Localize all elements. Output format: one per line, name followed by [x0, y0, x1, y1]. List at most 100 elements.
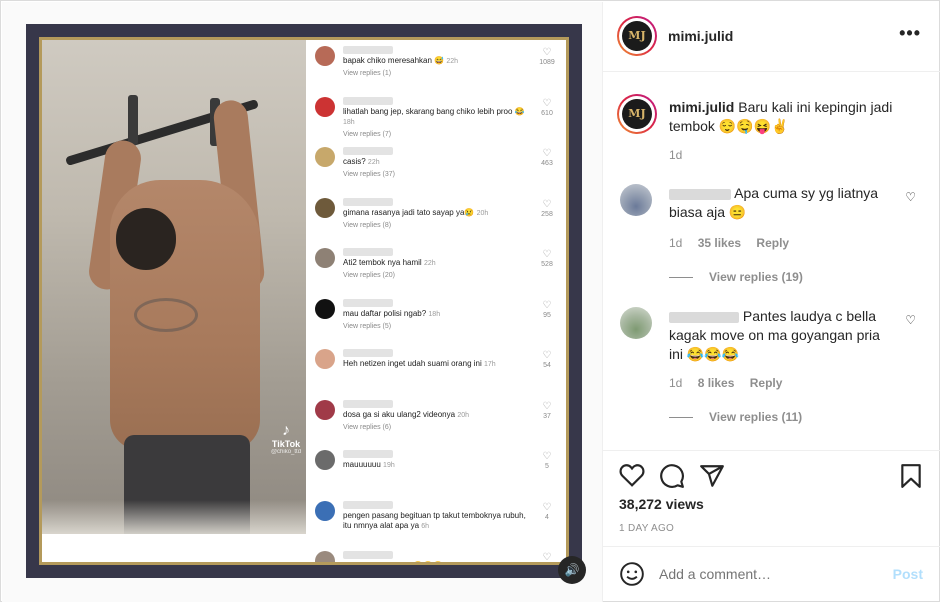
tiktok-comment-text: mau daftar polisi ngab? [343, 308, 427, 318]
tiktok-redacted-username [343, 147, 393, 155]
tiktok-redacted-username [343, 96, 393, 105]
post-timestamp[interactable]: 1 DAY AGO [619, 523, 674, 534]
tiktok-comment-text: masyaallah cichooo😂😂😂 [343, 561, 443, 562]
post-media[interactable]: ♪ TikTok @chiko_ttd bapak chiko meresahk… [2, 2, 602, 602]
tiktok-brand: TikTok [271, 439, 301, 449]
tiktok-comment-text-block: bapak chiko meresahkan 😅 22h [343, 56, 528, 67]
tiktok-heart-icon: ♡ [542, 350, 552, 361]
tiktok-like: ♡ 5 [536, 451, 558, 470]
tiktok-like-count: 54 [543, 362, 551, 369]
comment-like-icon[interactable]: ♡ [905, 190, 916, 204]
tiktok-view-replies: View replies (6) [343, 423, 392, 431]
tiktok-comment-text-block: dosa ga si aku ulang2 videonya 20h [343, 410, 528, 421]
tiktok-comment: lihatlah bang jep, skarang bang chiko le… [306, 95, 566, 146]
tiktok-comment-text: Heh netizen inget udah suami orang ini [343, 359, 482, 368]
tiktok-comment: pengen pasang begituan tp takut tembokny… [306, 499, 566, 550]
redacted-username [669, 188, 731, 200]
view-replies-label: View replies (19) [709, 270, 803, 284]
share-icon[interactable] [699, 463, 725, 489]
tiktok-comment-text-block: Ati2 tembok nya hamil 22h [343, 258, 528, 269]
tiktok-logo-icon: ♪ [282, 422, 290, 439]
view-replies-button[interactable]: View replies (19) [669, 270, 803, 284]
tiktok-like: ♡ 54 [536, 350, 558, 369]
commenter-avatar[interactable] [620, 184, 652, 216]
tiktok-comment-time: 20h [476, 209, 489, 217]
emoji-icon[interactable] [619, 561, 645, 587]
tiktok-comment: casis? 22h View replies (37) ♡ 463 [306, 145, 566, 196]
comment-age: 1d [669, 236, 683, 250]
photo-fade [42, 500, 306, 534]
tiktok-like: ♡ 528 [536, 249, 558, 268]
tiktok-comment-text: mauuuuuu [343, 460, 381, 469]
tiktok-comment-text: Ati2 tembok nya hamil [343, 258, 422, 267]
tiktok-heart-icon: ♡ [542, 47, 552, 58]
tiktok-redacted-username [343, 450, 393, 458]
tiktok-redacted-username [343, 551, 393, 559]
tiktok-view-replies: View replies (20) [343, 272, 396, 279]
comment-text-block: Apa cuma sy yg liatnya biasa aja 😑 [669, 184, 894, 222]
post-header: MJ mimi.julid ••• [603, 2, 940, 72]
tiktok-comment-text-block: pengen pasang begituan tp takut tembokny… [343, 511, 528, 532]
tiktok-heart-icon: ♡ [542, 148, 552, 159]
add-comment-input[interactable] [659, 566, 859, 582]
tiktok-redacted-username [343, 248, 393, 256]
media-gold-frame: ♪ TikTok @chiko_ttd bapak chiko meresahk… [39, 37, 569, 565]
tiktok-redacted-username [343, 349, 393, 357]
tiktok-like: ♡19 [536, 552, 558, 562]
commenter-avatar[interactable] [620, 307, 652, 339]
bar-mount-left [128, 95, 138, 145]
tiktok-comment-text-block: lihatlah bang jep, skarang bang chiko le… [343, 107, 528, 128]
tiktok-heart-icon: ♡ [542, 198, 552, 210]
tiktok-heart-icon: ♡ [542, 97, 552, 109]
tiktok-view-replies: View replies (5) [343, 322, 392, 330]
view-replies-button[interactable]: View replies (11) [669, 410, 802, 424]
avatar[interactable]: MJ [617, 16, 657, 56]
tiktok-commenter-avatar [315, 500, 335, 521]
tiktok-comment-time: 6h [421, 522, 430, 530]
comment-icon[interactable] [659, 463, 685, 489]
tiktok-redacted-username [343, 298, 393, 307]
tiktok-comment: mauuuuuu 19h ♡ 5 [306, 448, 566, 499]
comment-likes[interactable]: 35 likes [698, 236, 741, 250]
caption-text-block: mimi.julid Baru kali ini kepingin jadi t… [669, 98, 909, 136]
tiktok-comment-text-block: casis? 22h [343, 157, 528, 168]
tiktok-comment-text-block: mauuuuuu 19h [343, 460, 528, 471]
reply-button[interactable]: Reply [750, 376, 783, 390]
more-options-icon[interactable]: ••• [899, 23, 921, 44]
tiktok-comment: Heh netizen inget udah suami orang ini 1… [306, 347, 566, 398]
tiktok-commenter-avatar [315, 399, 335, 420]
tiktok-like-count: 4 [545, 513, 549, 521]
tiktok-like-count: 528 [541, 261, 553, 268]
view-count[interactable]: 38,272 views [619, 496, 704, 512]
tiktok-comment-text-block: masyaallah cichooo😂😂😂 22h [343, 561, 528, 562]
tiktok-like: ♡ 37 [536, 401, 558, 420]
bookmark-icon[interactable] [899, 463, 923, 489]
tiktok-comment: Ati2 tembok nya hamil 22h View replies (2… [306, 246, 566, 297]
head [116, 208, 176, 270]
tiktok-comment-text: gimana rasanya jadi tato sayap ya😢 [343, 207, 475, 217]
caption-username[interactable]: mimi.julid [669, 99, 734, 115]
tiktok-heart-icon: ♡ [542, 249, 552, 260]
tiktok-like: ♡ 258 [536, 199, 558, 218]
reply-button[interactable]: Reply [756, 236, 789, 250]
tiktok-comment: bapak chiko meresahkan 😅 22h View replies… [306, 44, 566, 95]
comment-like-icon[interactable]: ♡ [905, 313, 916, 327]
tiktok-comment-time: 22h [446, 58, 459, 65]
post-username[interactable]: mimi.julid [668, 28, 733, 44]
comment-likes[interactable]: 8 likes [698, 376, 735, 390]
post-comment-button[interactable]: Post [893, 566, 923, 582]
heart-icon[interactable] [619, 463, 645, 487]
tiktok-comment: mau daftar polisi ngab? 18h View replies … [306, 297, 566, 348]
caption-avatar[interactable]: MJ [617, 94, 657, 134]
tiktok-heart-icon: ♡ [542, 501, 552, 513]
caption-age: 1d [669, 148, 683, 162]
tiktok-comment-time: 18h [343, 118, 355, 126]
comment-age: 1d [669, 376, 683, 390]
tiktok-comment: masyaallah cichooo😂😂😂 22h ♡19 [306, 549, 566, 562]
tiktok-comment-text: lihatlah bang jep, skarang bang chiko le… [343, 106, 525, 116]
tiktok-redacted-username [343, 46, 393, 54]
tiktok-comment-text-block: mau daftar polisi ngab? 18h [343, 309, 528, 320]
speaker-icon[interactable]: 🔊 [558, 556, 586, 584]
tiktok-comment-time: 17h [484, 361, 496, 368]
view-replies-line [669, 417, 693, 419]
